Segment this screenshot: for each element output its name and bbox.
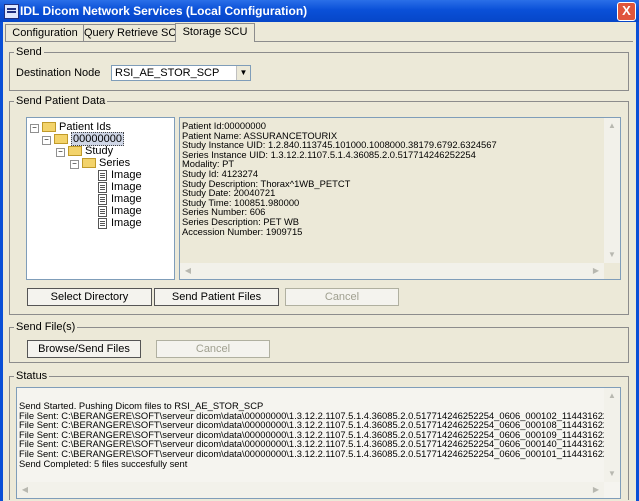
storage-scu-panel: Send Destination Node RSI_AE_STOR_SCP ▼ …	[5, 41, 633, 500]
collapse-icon[interactable]: −	[30, 124, 39, 133]
details-vertical-scrollbar[interactable]: ▲ ▼	[604, 118, 620, 263]
send-legend: Send	[14, 46, 44, 58]
detail-line: Accession Number: 1909715	[182, 225, 303, 237]
folder-icon	[68, 146, 82, 157]
folder-icon	[82, 158, 96, 169]
status-horizontal-scrollbar[interactable]: ◀ ▶	[17, 482, 604, 498]
document-icon	[98, 193, 107, 205]
scroll-left-icon[interactable]: ◀	[19, 484, 31, 496]
tab-storage-scu[interactable]: Storage SCU	[175, 23, 255, 42]
select-directory-button[interactable]: Select Directory	[27, 288, 152, 306]
patient-tree[interactable]: − Patient Ids −00000000 − Study − Series Im…	[26, 117, 175, 280]
tree-node-series[interactable]: − Series	[70, 157, 130, 169]
collapse-icon[interactable]: −	[56, 148, 65, 157]
cancel-patient-send-button[interactable]: Cancel	[285, 288, 399, 306]
collapse-icon[interactable]: −	[70, 160, 79, 169]
tree-node-study[interactable]: − Study	[56, 145, 113, 157]
tree-node-image[interactable]: Image	[98, 181, 142, 193]
scroll-right-icon[interactable]: ▶	[590, 265, 602, 277]
send-files-legend: Send File(s)	[14, 321, 78, 333]
status-lines: Send Started. Pushing Dicom files to RSI…	[19, 401, 620, 469]
tree-node-patient[interactable]: −00000000	[42, 132, 124, 146]
collapse-icon[interactable]: −	[42, 136, 51, 145]
tab-configuration[interactable]: Configuration	[5, 24, 85, 41]
status-group: Status Send Started. Pushing Dicom files…	[9, 370, 629, 500]
folder-icon	[42, 122, 56, 133]
cancel-file-send-button[interactable]: Cancel	[156, 340, 270, 358]
details-horizontal-scrollbar[interactable]: ◀ ▶	[180, 263, 604, 279]
status-line: Send Completed: 5 files succesfully sent	[19, 457, 188, 469]
scroll-up-icon[interactable]: ▲	[606, 390, 618, 402]
scroll-right-icon[interactable]: ▶	[590, 484, 602, 496]
patient-details-text[interactable]: Patient Id:00000000 Patient Name: ASSURA…	[179, 117, 621, 280]
send-patient-data-group: Send Patient Data − Patient Ids −00000000…	[9, 95, 629, 315]
dropdown-arrow-icon[interactable]: ▼	[236, 66, 250, 80]
tree-node-image[interactable]: Image	[98, 205, 142, 217]
tab-query-retrieve-scu[interactable]: Query Retrieve SCU	[83, 24, 184, 41]
tree-node-image[interactable]: Image	[98, 217, 142, 229]
destination-node-select[interactable]: RSI_AE_STOR_SCP ▼	[111, 65, 251, 81]
app-icon	[4, 4, 19, 19]
send-files-group: Send File(s) Browse/Send Files Cancel	[9, 321, 629, 363]
tree-node-image[interactable]: Image	[98, 193, 142, 205]
send-group: Send Destination Node RSI_AE_STOR_SCP ▼	[9, 46, 629, 91]
close-button[interactable]: X	[617, 2, 636, 21]
status-log[interactable]: Send Started. Pushing Dicom files to RSI…	[16, 387, 621, 499]
patient-details-lines: Patient Id:00000000 Patient Name: ASSURA…	[182, 121, 497, 236]
destination-node-label: Destination Node	[16, 67, 101, 79]
document-icon	[98, 217, 107, 229]
send-patient-files-button[interactable]: Send Patient Files	[154, 288, 279, 306]
scroll-down-icon[interactable]: ▼	[606, 468, 618, 480]
document-icon	[98, 169, 107, 181]
window-title: IDL Dicom Network Services (Local Config…	[20, 4, 308, 18]
document-icon	[98, 205, 107, 217]
tree-node-image[interactable]: Image	[98, 169, 142, 181]
send-patient-data-legend: Send Patient Data	[14, 95, 108, 107]
status-legend: Status	[14, 370, 50, 382]
scroll-left-icon[interactable]: ◀	[182, 265, 194, 277]
scroll-up-icon[interactable]: ▲	[606, 120, 618, 132]
status-vertical-scrollbar[interactable]: ▲ ▼	[604, 388, 620, 482]
document-icon	[98, 181, 107, 193]
title-bar[interactable]: IDL Dicom Network Services (Local Config…	[0, 0, 639, 22]
browse-send-files-button[interactable]: Browse/Send Files	[27, 340, 141, 358]
destination-node-value: RSI_AE_STOR_SCP	[115, 67, 220, 79]
folder-icon	[54, 134, 68, 145]
scroll-down-icon[interactable]: ▼	[606, 249, 618, 261]
